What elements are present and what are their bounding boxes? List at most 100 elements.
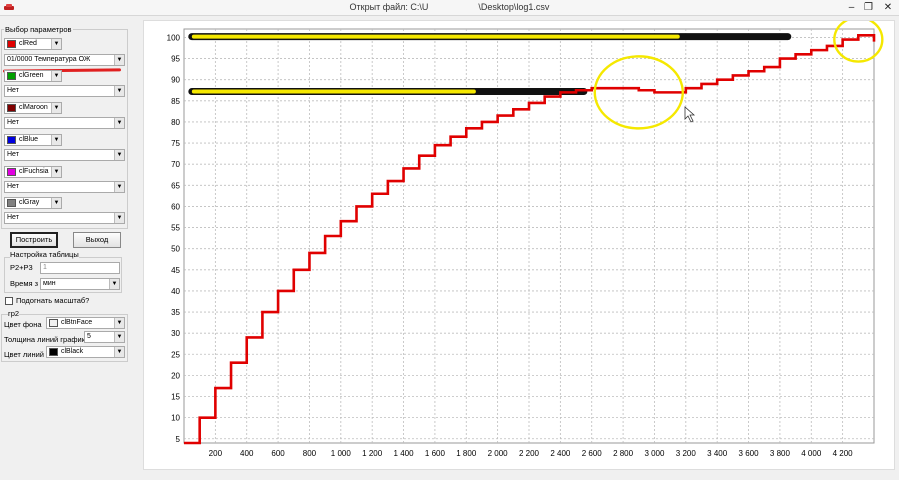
temperature-chart[interactable]: 200 400 600 800 1 000 1 200 1 400 1 600 1 800 2 0…	[144, 21, 896, 471]
chevron-down-icon[interactable]: ▼	[51, 167, 61, 177]
chart-area[interactable]: 200 400 600 800 1 000 1 200 1 400 1 600 1 800 2 0…	[143, 20, 895, 470]
y-tick-label: 60	[171, 202, 180, 211]
x-tick-label: 3 200	[676, 449, 697, 458]
chevron-down-icon[interactable]: ▼	[114, 213, 124, 223]
channel-2-param-select[interactable]: Нет ▼	[4, 85, 125, 97]
x-tick-label: 1 600	[425, 449, 446, 458]
x-tick-label: 2 000	[488, 449, 509, 458]
channel-2-param: Нет	[7, 87, 19, 94]
chevron-down-icon[interactable]: ▼	[109, 279, 119, 289]
chevron-down-icon[interactable]: ▼	[114, 118, 124, 128]
channel-5-param: Нет	[7, 183, 19, 190]
channel-5-swatch	[7, 168, 16, 176]
chevron-down-icon[interactable]: ▼	[114, 150, 124, 160]
x-tick-label: 3 600	[739, 449, 760, 458]
channel-5-color-name: clFuchsia	[19, 168, 49, 175]
channel-3-param-select[interactable]: Нет ▼	[4, 117, 125, 129]
channel-5-param-select[interactable]: Нет ▼	[4, 181, 125, 193]
channel-6-color-select[interactable]: clGray ▼	[4, 197, 62, 209]
minimize-icon[interactable]: –	[843, 0, 860, 15]
x-tick-label: 1 400	[394, 449, 415, 458]
settings-panel: Выбор параметров clRed ▼ 01/0000 Темпера…	[0, 17, 131, 467]
bg-color-swatch	[49, 319, 58, 327]
y-tick-label: 15	[171, 393, 180, 402]
chevron-down-icon[interactable]: ▼	[114, 55, 124, 65]
bg-color-select[interactable]: clBtnFace ▼	[46, 317, 125, 329]
time-unit-value: мин	[43, 280, 56, 287]
window-title: Открыт файл: C:\U \Desktop\log1.csv	[349, 2, 550, 12]
channel-2-swatch	[7, 72, 16, 80]
line-width-value: 5	[87, 333, 91, 340]
y-tick-label: 5	[176, 435, 181, 444]
channel-2-color-select[interactable]: clGreen ▼	[4, 70, 62, 82]
chevron-down-icon[interactable]: ▼	[51, 103, 61, 113]
channel-4-color-select[interactable]: clBlue ▼	[4, 134, 62, 146]
x-tick-label: 200	[209, 449, 223, 458]
maximize-icon[interactable]: ❐	[860, 0, 877, 15]
chevron-down-icon[interactable]: ▼	[114, 318, 124, 328]
bg-color-value: clBtnFace	[61, 319, 93, 326]
channel-2-color-name: clGreen	[19, 72, 44, 79]
channel-3-color-name: clMaroon	[19, 104, 48, 111]
channel-6-param-select[interactable]: Нет ▼	[4, 212, 125, 224]
line-color-swatch	[49, 348, 58, 356]
channel-1-param: 01/0000 Температура ОЖ	[7, 56, 91, 63]
channel-6-color-name: clGray	[19, 199, 40, 206]
p2p3-input[interactable]: 1	[40, 262, 120, 274]
scale-checkbox[interactable]	[5, 297, 13, 305]
y-tick-label: 70	[171, 160, 180, 169]
channel-4-param-select[interactable]: Нет ▼	[4, 149, 125, 161]
channel-1-param-select[interactable]: 01/0000 Температура ОЖ ▼	[4, 54, 125, 66]
y-tick-label: 75	[171, 139, 180, 148]
y-tick-label: 100	[167, 33, 181, 42]
x-tick-label: 2 400	[550, 449, 571, 458]
y-tick-label: 45	[171, 266, 180, 275]
x-tick-label: 1 200	[362, 449, 383, 458]
time-unit-select[interactable]: мин ▼	[40, 278, 120, 290]
channel-3-color-select[interactable]: clMaroon ▼	[4, 102, 62, 114]
channel-5-color-select[interactable]: clFuchsia ▼	[4, 166, 62, 178]
chevron-down-icon[interactable]: ▼	[51, 71, 61, 81]
line-width-select[interactable]: 5 ▼	[84, 331, 125, 343]
x-tick-label: 3 400	[707, 449, 728, 458]
y-tick-label: 90	[171, 76, 180, 85]
close-icon[interactable]: ✕	[877, 0, 899, 15]
chevron-down-icon[interactable]: ▼	[51, 135, 61, 145]
x-tick-label: 1 000	[331, 449, 352, 458]
x-tick-label: 2 600	[582, 449, 603, 458]
channel-1-color-select[interactable]: clRed ▼	[4, 38, 62, 50]
chevron-down-icon[interactable]: ▼	[114, 347, 124, 357]
y-tick-label: 50	[171, 245, 180, 254]
x-tick-label: 2 200	[519, 449, 540, 458]
x-tick-label: 4 000	[801, 449, 822, 458]
y-tick-label: 95	[171, 55, 180, 64]
build-button[interactable]: Построить	[10, 232, 58, 248]
group2-label: гр2	[8, 309, 20, 318]
y-tick-label: 65	[171, 181, 180, 190]
chevron-down-icon[interactable]: ▼	[51, 39, 61, 49]
channel-4-swatch	[7, 136, 16, 144]
y-tick-label: 85	[171, 97, 180, 106]
channel-1-color-name: clRed	[19, 40, 37, 47]
exit-button[interactable]: Выход	[73, 232, 121, 248]
chevron-down-icon[interactable]: ▼	[114, 182, 124, 192]
params-group-label: Выбор параметров	[4, 25, 73, 34]
line-color-value: clBlack	[61, 348, 84, 355]
channel-3-param: Нет	[7, 119, 19, 126]
title-bar: Открыт файл: C:\U \Desktop\log1.csv – ❐ …	[0, 0, 899, 16]
line-color-select[interactable]: clBlack ▼	[46, 346, 125, 358]
x-tick-label: 400	[240, 449, 254, 458]
chevron-down-icon[interactable]: ▼	[51, 198, 61, 208]
p2p3-label: P2+P3	[10, 263, 33, 272]
x-tick-label: 3 000	[644, 449, 665, 458]
y-tick-label: 35	[171, 308, 180, 317]
y-tick-label: 30	[171, 329, 180, 338]
y-tick-label: 25	[171, 350, 180, 359]
chevron-down-icon[interactable]: ▼	[114, 86, 124, 96]
x-tick-label: 3 800	[770, 449, 791, 458]
chevron-down-icon[interactable]: ▼	[114, 332, 124, 342]
channel-6-swatch	[7, 199, 16, 207]
y-tick-label: 40	[171, 287, 180, 296]
line-width-label: Толщина линий графика	[4, 335, 90, 344]
channel-3-swatch	[7, 104, 16, 112]
